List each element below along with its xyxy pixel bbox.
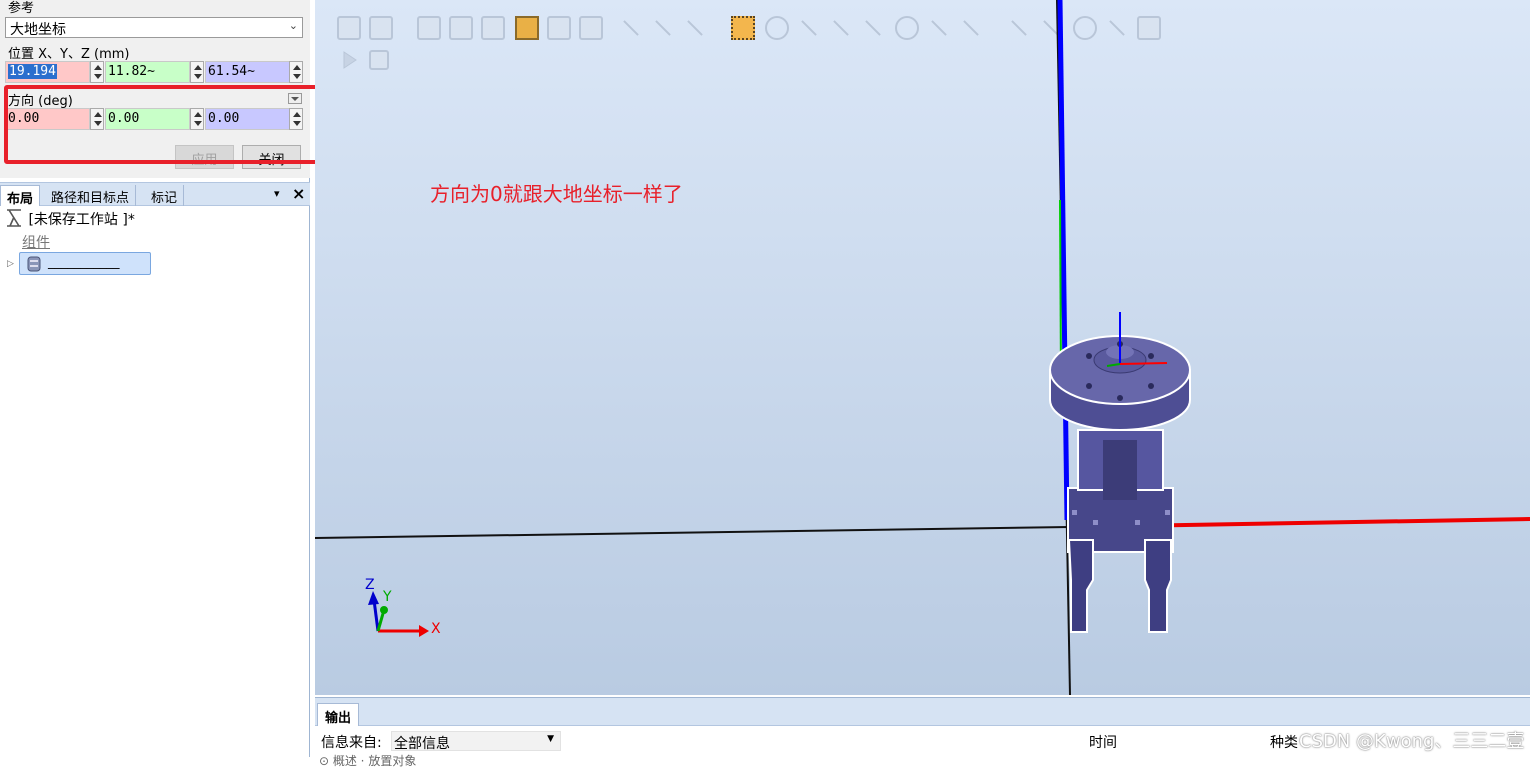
tree-station-item[interactable]: [未保存工作站 ]*: [4, 208, 135, 229]
output-row-partial: ⊙ 概述 · 放置对象: [319, 754, 417, 768]
source-dropdown[interactable]: 全部信息 ▼: [391, 731, 561, 752]
position-y-field[interactable]: 11.82~: [105, 61, 190, 83]
position-z-spinner[interactable]: [289, 61, 303, 83]
axis-x-label: X: [431, 621, 441, 637]
local-x-axis: [1119, 362, 1168, 365]
reference-value: 大地坐标: [10, 22, 66, 38]
column-type-header[interactable]: 种类: [1270, 732, 1298, 752]
position-y-spinner[interactable]: [190, 61, 204, 83]
tree-component-item[interactable]: ___________: [19, 252, 151, 275]
layout-tabbar: 布局 路径和目标点 标记 ▾ ×: [0, 182, 310, 207]
world-x-axis-line: [315, 526, 1071, 539]
position-x-field[interactable]: 19.194: [5, 61, 90, 83]
station-label: [未保存工作站 ]*: [28, 212, 135, 228]
pin-dropdown-icon[interactable]: ▾: [274, 187, 280, 200]
position-label: 位置 X、Y、Z (mm): [8, 47, 130, 62]
expand-triangle-icon[interactable]: ▷: [7, 259, 14, 269]
axis-z-label: Z: [365, 577, 375, 593]
position-z-field[interactable]: 61.54~: [205, 61, 290, 83]
reference-dropdown[interactable]: 大地坐标 ⌄: [5, 17, 303, 38]
tree-group-components[interactable]: 组件: [22, 232, 50, 252]
axis-y-label: Y: [383, 589, 392, 605]
reference-label: 参考: [8, 1, 35, 16]
gripper-model: [1049, 335, 1191, 633]
component-label: ___________: [48, 255, 120, 270]
position-x-spinner[interactable]: [90, 61, 104, 83]
column-time-header[interactable]: 时间: [1089, 732, 1117, 752]
output-panel: 输出 信息来自: 全部信息 ▼ 时间 种类 CSDN @Kwong、三三二壹 ⊙…: [315, 697, 1530, 768]
chevron-down-icon: ▼: [547, 734, 554, 744]
source-label: 信息来自:: [321, 735, 382, 751]
tab-tags[interactable]: 标记: [145, 185, 185, 206]
close-icon[interactable]: ×: [292, 184, 305, 203]
station-icon: [7, 209, 21, 227]
component-icon: [27, 256, 41, 272]
axis-indicator: [368, 591, 429, 637]
source-value: 全部信息: [394, 736, 450, 752]
tab-layout[interactable]: 布局: [0, 185, 41, 207]
watermark: CSDN @Kwong、三三二壹: [1299, 731, 1525, 752]
tab-output[interactable]: 输出: [317, 703, 360, 726]
tab-paths-targets[interactable]: 路径和目标点: [45, 185, 137, 206]
output-tabbar: 输出: [315, 698, 1530, 726]
chevron-down-icon: ⌄: [288, 19, 298, 32]
scene-canvas: [315, 0, 1530, 695]
